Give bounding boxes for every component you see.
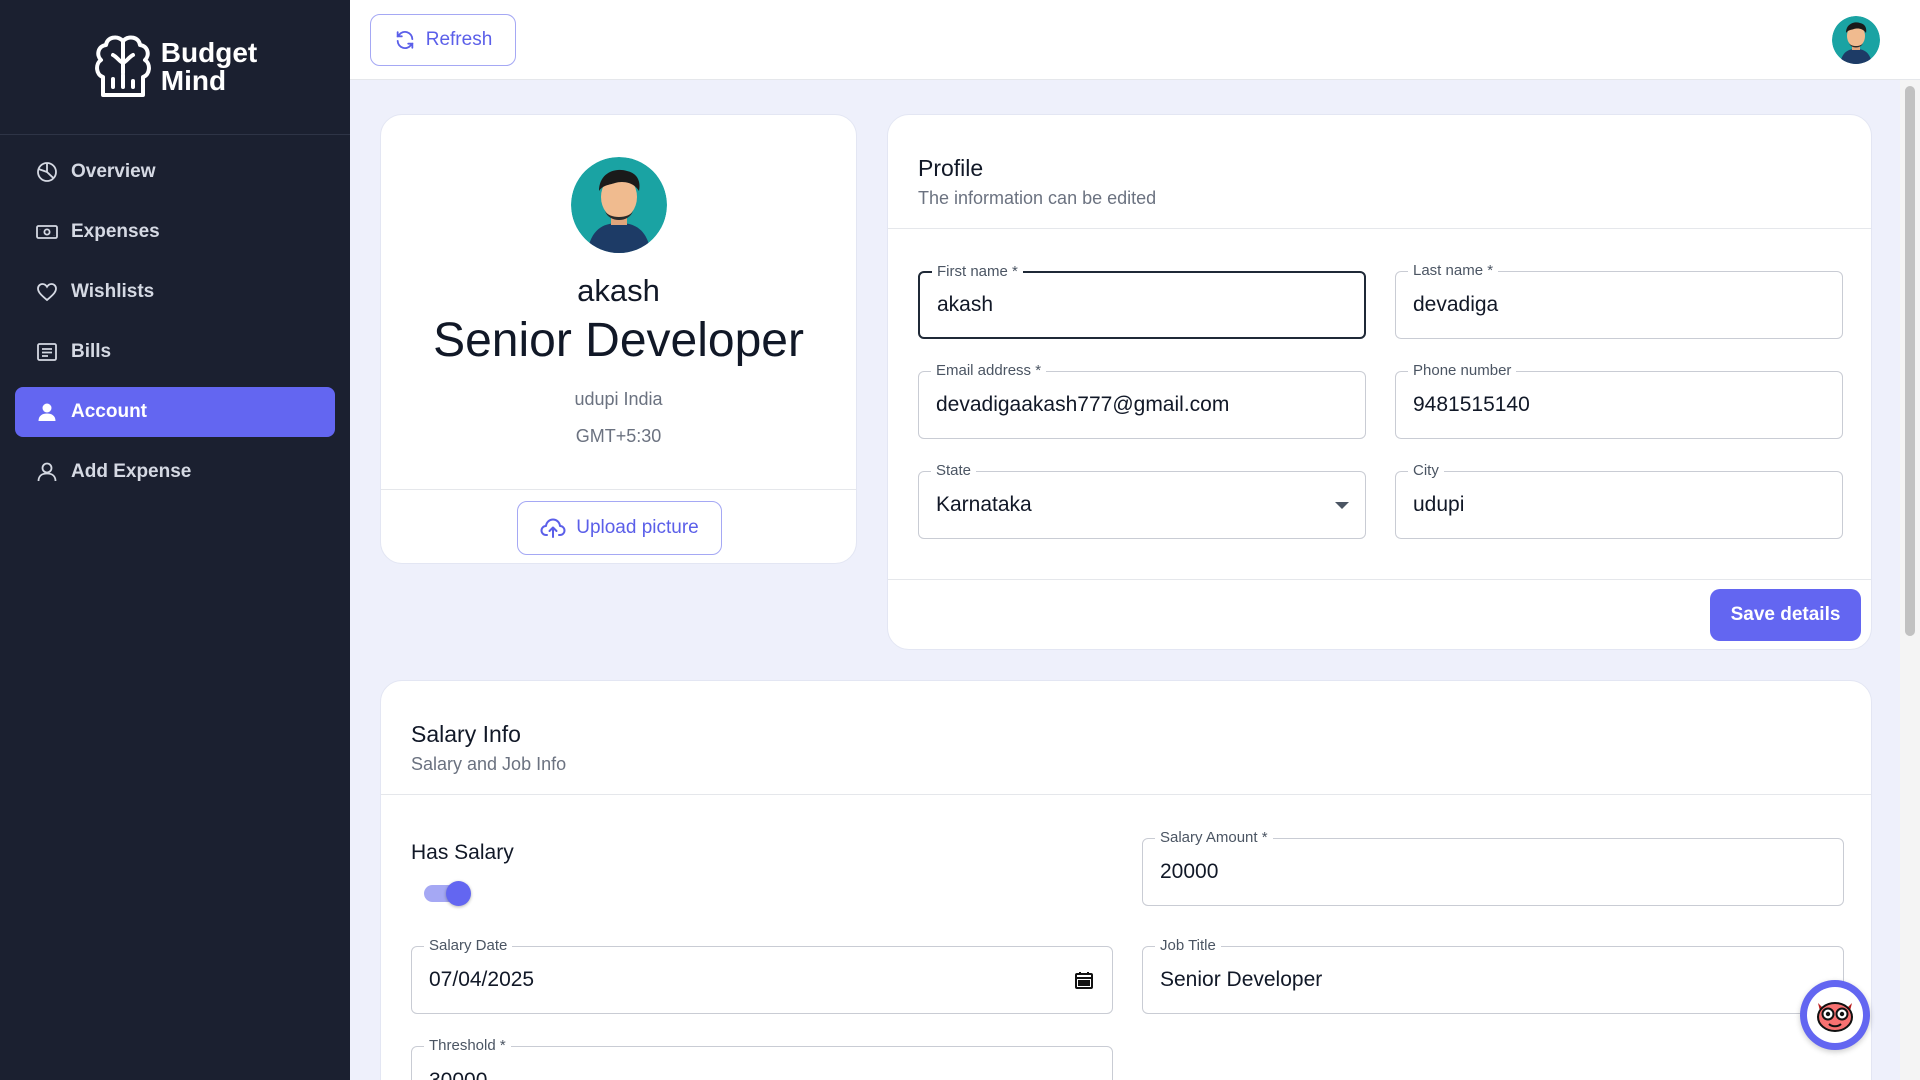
profile-job-title: Senior Developer (433, 314, 804, 367)
email-field[interactable]: Email address * devadigaakash777@gmail.c… (918, 362, 1366, 439)
salary-info-card: Salary Info Salary and Job Info Has Sala… (380, 680, 1872, 1080)
profile-form-subtitle: The information can be edited (918, 188, 1157, 208)
salary-date-value: 07/04/2025 (429, 968, 535, 991)
has-salary-label: Has Salary (411, 841, 514, 864)
sidebar-item-wishlists[interactable]: Wishlists (15, 267, 335, 317)
city-field[interactable]: City udupi (1395, 462, 1843, 539)
brand-logo-area[interactable]: Budget Mind (0, 0, 350, 135)
dropdown-caret-icon (1335, 502, 1349, 509)
topbar: Refresh (350, 0, 1920, 80)
refresh-label: Refresh (425, 29, 493, 50)
salary-title: Salary Info (411, 721, 521, 747)
save-details-button[interactable]: Save details (1710, 589, 1861, 641)
sidebar-item-bills[interactable]: Bills (15, 327, 335, 377)
first-name-field[interactable]: First name * akash (918, 263, 1366, 339)
threshold-field[interactable]: Threshold * 30000 (411, 1037, 1113, 1080)
profile-avatar (571, 157, 667, 253)
job-title-field[interactable]: Job Title Senior Developer (1142, 937, 1844, 1014)
sidebar-item-label: Overview (71, 161, 156, 182)
banknote-icon (36, 225, 58, 239)
sidebar-item-label: Expenses (71, 221, 160, 242)
brand-line-1: Budget (160, 37, 258, 68)
sidebar-item-label: Add Expense (71, 461, 192, 482)
bot-face-icon (1817, 1002, 1853, 1032)
salary-header: Salary Info Salary and Job Info (381, 681, 1871, 795)
avatar-image-icon (1832, 16, 1880, 64)
last-name-value: devadiga (1413, 293, 1499, 316)
sidebar: Budget Mind Overview Expenses Wishlists … (0, 0, 350, 1080)
page-scrollbar[interactable] (1900, 80, 1920, 1080)
sidebar-item-add-expense[interactable]: Add Expense (15, 447, 335, 497)
user-outline-icon (37, 462, 57, 482)
last-name-field[interactable]: Last name * devadiga (1395, 262, 1843, 339)
refresh-icon (396, 31, 413, 49)
receipt-icon (37, 343, 57, 361)
has-salary-toggle[interactable] (424, 881, 471, 906)
email-value: devadigaakash777@gmail.com (936, 393, 1230, 416)
upload-picture-label: Upload picture (576, 517, 699, 538)
sidebar-item-overview[interactable]: Overview (15, 147, 335, 197)
state-value: Karnataka (936, 493, 1032, 516)
job-title-value: Senior Developer (1160, 968, 1323, 991)
profile-name: akash (577, 273, 660, 308)
chat-assistant-button[interactable] (1800, 980, 1870, 1050)
brain-logo-icon (94, 35, 151, 97)
salary-amount-field[interactable]: Salary Amount * 20000 (1142, 829, 1844, 906)
user-icon (38, 403, 56, 421)
sidebar-item-expenses[interactable]: Expenses (15, 207, 335, 257)
profile-form-title: Profile (918, 155, 984, 181)
salary-amount-value: 20000 (1160, 860, 1219, 883)
brand-name: Budget Mind (161, 39, 257, 95)
sidebar-item-label: Bills (71, 341, 112, 362)
phone-field[interactable]: Phone number 9481515140 (1395, 362, 1843, 439)
toggle-knob (446, 881, 471, 906)
divider (888, 579, 1871, 580)
calendar-icon[interactable] (1074, 970, 1094, 990)
threshold-value: 30000 (429, 1047, 1068, 1080)
first-name-value: akash (937, 293, 994, 316)
salary-subtitle: Salary and Job Info (411, 754, 567, 774)
sidebar-nav: Overview Expenses Wishlists Bills Accoun… (0, 135, 350, 519)
upload-picture-button[interactable]: Upload picture (517, 501, 722, 555)
profile-summary-card: akash Senior Developer udupi India GMT+5… (380, 114, 857, 564)
divider (381, 489, 856, 490)
brand-line-2: Mind (160, 65, 227, 96)
cloud-upload-icon (540, 518, 566, 538)
heart-icon (37, 283, 57, 302)
profile-form-header: Profile The information can be edited (888, 115, 1871, 229)
sidebar-item-account[interactable]: Account (15, 387, 335, 437)
salary-date-field[interactable]: Salary Date 07/04/2025 (411, 937, 1113, 1014)
sidebar-item-label: Wishlists (71, 281, 155, 302)
city-value: udupi (1413, 493, 1465, 516)
sidebar-item-label: Account (71, 401, 147, 422)
state-select[interactable]: State Karnataka (918, 462, 1366, 539)
profile-location: udupi India (574, 389, 663, 409)
refresh-button[interactable]: Refresh (370, 14, 516, 66)
user-avatar[interactable] (1832, 16, 1880, 64)
avatar-image-icon (571, 157, 667, 253)
profile-form-card: Profile The information can be edited Fi… (887, 114, 1872, 650)
phone-value: 9481515140 (1413, 393, 1530, 416)
scrollbar-thumb[interactable] (1905, 86, 1915, 636)
profile-timezone: GMT+5:30 (575, 426, 662, 446)
chat-assistant-inner (1807, 987, 1863, 1043)
pie-chart-icon (37, 162, 57, 182)
